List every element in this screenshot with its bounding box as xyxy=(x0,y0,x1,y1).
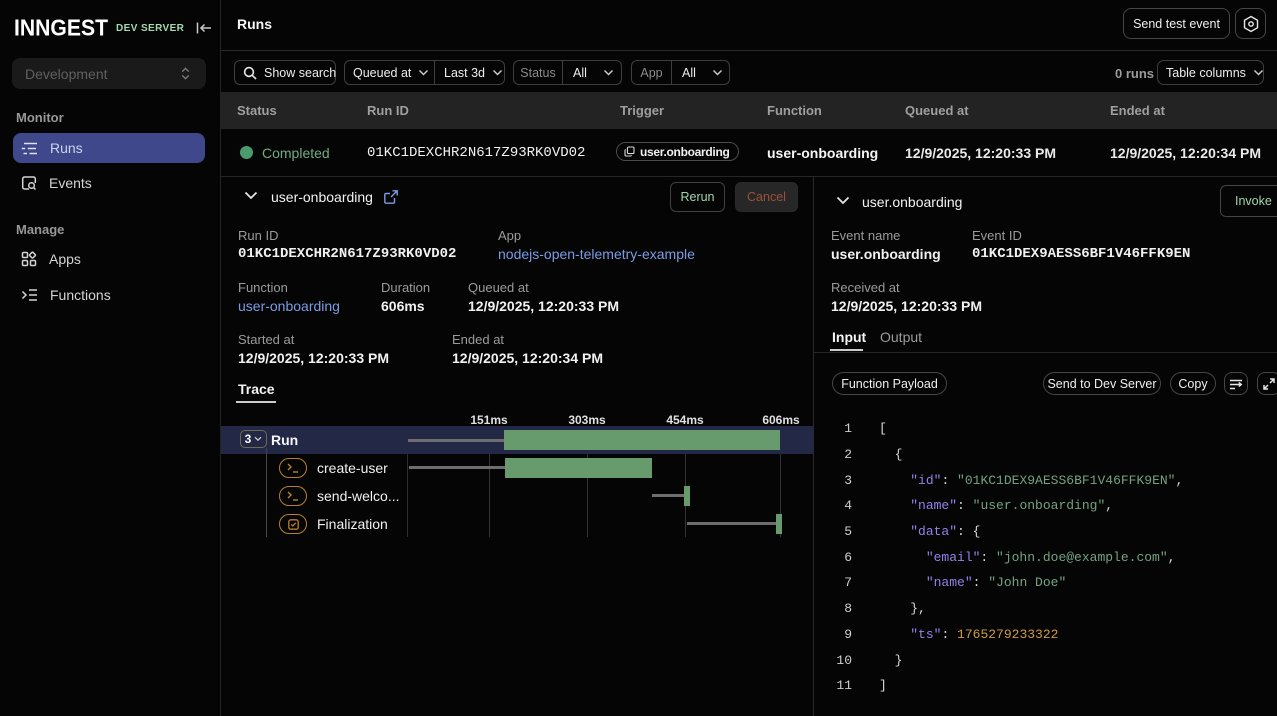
svg-text:INNGEST: INNGEST xyxy=(14,15,108,41)
